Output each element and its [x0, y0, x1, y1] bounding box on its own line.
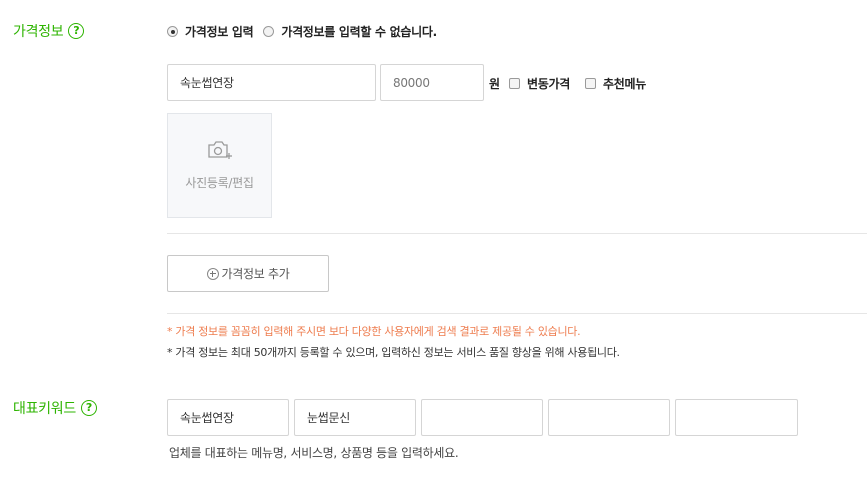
price-note-warning: * 가격 정보를 꼼꼼히 입력해 주시면 보다 다양한 사용자에게 검색 결과로…: [167, 325, 581, 338]
photo-upload-box[interactable]: 사진등록/편집: [167, 113, 272, 218]
recommended-menu-label[interactable]: 추천메뉴: [603, 75, 646, 92]
radio-price-input-label[interactable]: 가격정보 입력: [185, 23, 254, 40]
keyword-section-title: 대표키워드: [13, 401, 76, 417]
keyword-hint: 업체를 대표하는 메뉴명, 서비스명, 상품명 등을 입력하세요.: [169, 446, 459, 460]
keyword-input-5[interactable]: [675, 399, 798, 436]
price-input[interactable]: 80000: [380, 64, 484, 101]
radio-price-input[interactable]: [167, 26, 178, 37]
variable-price-label[interactable]: 변동가격: [527, 75, 570, 92]
variable-price-checkbox[interactable]: [509, 78, 520, 89]
keyword-input-4[interactable]: [548, 399, 670, 436]
radio-no-price[interactable]: [263, 26, 275, 37]
menu-name-input[interactable]: 속눈썹연장: [167, 64, 376, 101]
keyword-input-2[interactable]: 눈썹문신: [294, 399, 416, 436]
currency-unit: 원: [489, 77, 501, 91]
keyword-input-1[interactable]: 속눈썹연장: [167, 399, 289, 436]
section-divider: [167, 233, 867, 234]
price-section-label: 가격정보 ?: [13, 21, 85, 41]
price-note-info: * 가격 정보는 최대 50개까지 등록할 수 있으며, 입력하신 정보는 서비…: [167, 346, 620, 359]
price-input-mode-radios: 가격정보 입력 가격정보를 입력할 수 없습니다.: [167, 23, 447, 40]
radio-no-price-label[interactable]: 가격정보를 입력할 수 없습니다.: [281, 23, 437, 40]
keyword-section-label: 대표키워드 ?: [13, 398, 97, 418]
help-icon[interactable]: ?: [68, 23, 85, 39]
keyword-input-3[interactable]: [421, 399, 543, 436]
add-price-info-label: 가격정보 추가: [221, 267, 290, 281]
photo-upload-label: 사진등록/편집: [185, 176, 254, 190]
section-divider: [167, 313, 867, 314]
recommended-menu-checkbox[interactable]: [585, 78, 596, 89]
add-price-info-button[interactable]: 가격정보 추가: [167, 255, 329, 292]
help-icon[interactable]: ?: [80, 400, 97, 416]
camera-plus-icon: [207, 140, 233, 164]
plus-circle-icon: [206, 267, 219, 280]
price-section-title: 가격정보: [13, 24, 64, 40]
